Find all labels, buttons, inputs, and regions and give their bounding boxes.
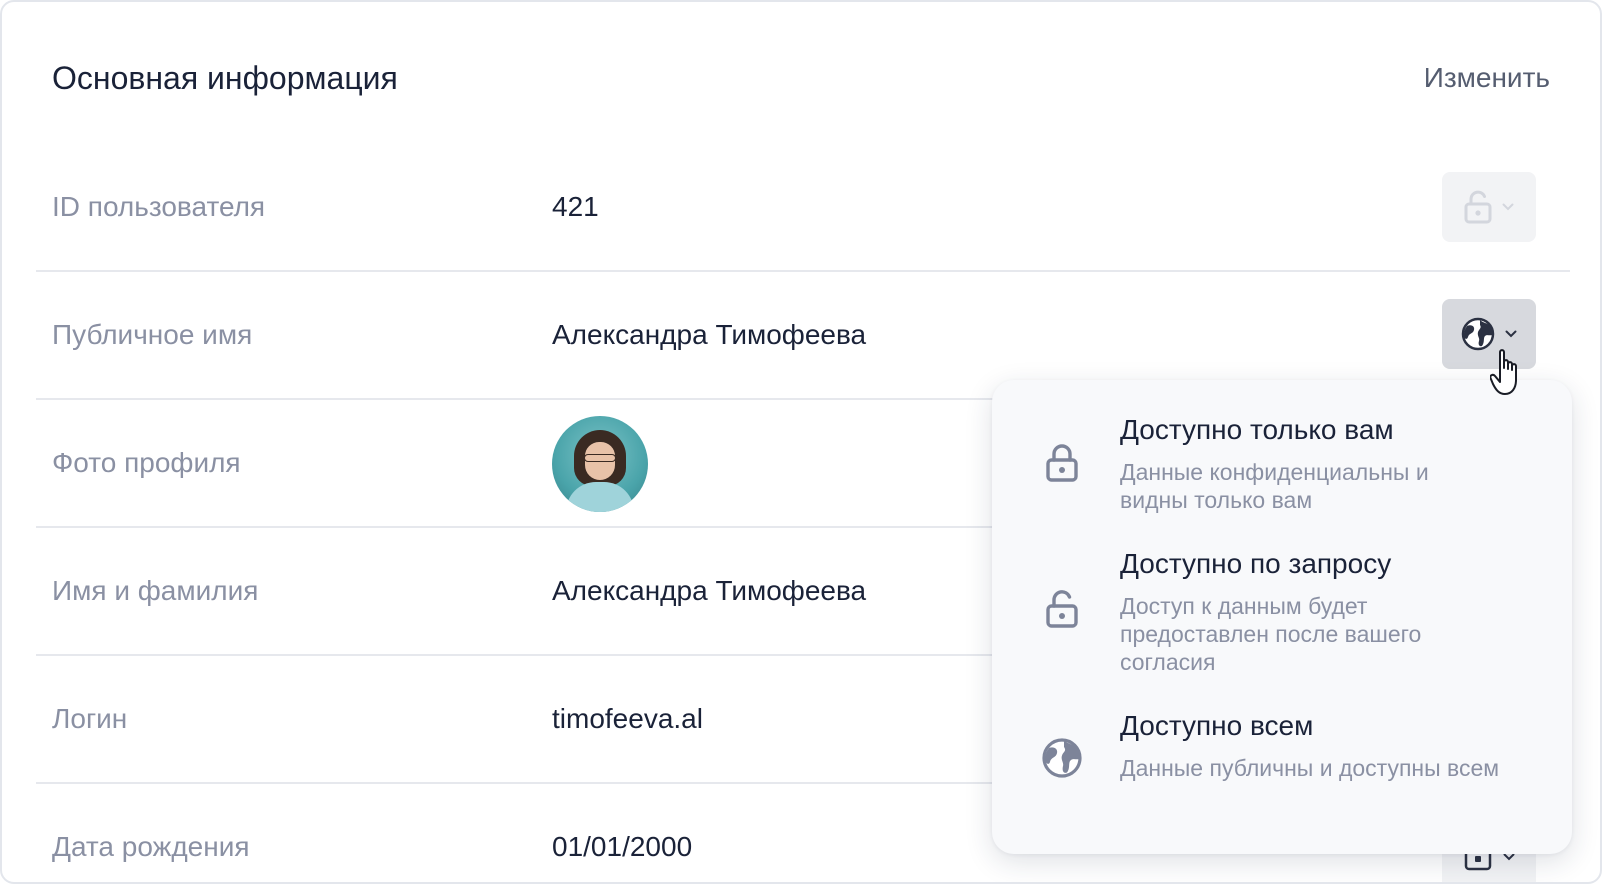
row-label: Логин (52, 703, 128, 734)
option-title: Доступно всем (1120, 710, 1314, 741)
row-value: Александра Тимофеева (552, 575, 867, 606)
chevron-down-icon (1503, 853, 1515, 861)
option-description: Данные публичны и доступны всем (1120, 755, 1500, 781)
profile-card: Основная информация Изменить ID пользова… (0, 0, 1602, 884)
chevron-down-icon (1505, 330, 1517, 338)
privacy-dropdown-menu: Доступно только вам Данные конфиденциаль… (992, 380, 1572, 854)
lock-open-icon (1046, 590, 1078, 628)
hand-cursor-icon (1490, 349, 1517, 395)
row-value: 421 (552, 191, 599, 222)
globe-icon (1042, 738, 1082, 778)
chevron-down-icon (1502, 203, 1514, 211)
row-value: Александра Тимофеева (552, 319, 867, 350)
row-value: timofeeva.al (552, 703, 703, 734)
globe-icon (1461, 317, 1495, 351)
privacy-option-on-request[interactable]: Доступно по запросу Доступ к данным буде… (992, 546, 1572, 676)
row-label: ID пользователя (52, 191, 266, 222)
privacy-option-public[interactable]: Доступно всем Данные публичны и доступны… (992, 708, 1572, 808)
lock-open-icon (1464, 190, 1492, 224)
row-label: Имя и фамилия (52, 575, 259, 606)
option-title: Доступно только вам (1120, 414, 1394, 445)
row-label: Фото профиля (52, 447, 241, 478)
privacy-selector-user-id (1442, 172, 1536, 242)
row-value: 01/01/2000 (552, 831, 693, 862)
lock-closed-icon (1046, 444, 1078, 482)
privacy-option-private[interactable]: Доступно только вам Данные конфиденциаль… (992, 412, 1572, 513)
row-label: Публичное имя (52, 319, 253, 350)
option-description: Доступ к данным будет предоставлен после… (1120, 593, 1422, 675)
option-title: Доступно по запросу (1120, 548, 1392, 579)
info-row-user-id: ID пользователя 421 (36, 142, 1570, 272)
edit-button[interactable]: Изменить (1424, 58, 1550, 98)
section-title: Основная информация (52, 60, 398, 96)
row-label: Дата рождения (52, 831, 250, 862)
option-description: Данные конфиденциальны и видны только ва… (1120, 459, 1429, 513)
avatar (552, 416, 648, 512)
